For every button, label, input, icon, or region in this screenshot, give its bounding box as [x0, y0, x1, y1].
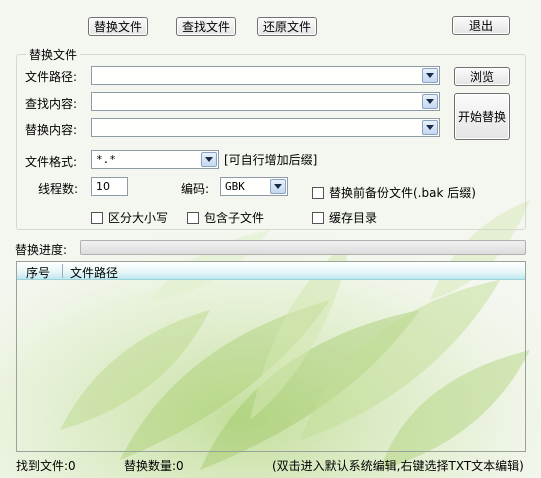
file-path-combo[interactable] [91, 66, 440, 85]
encoding-combo[interactable]: GBK [220, 177, 288, 196]
column-file-path[interactable]: 文件路径 [70, 264, 118, 281]
backup-checkbox[interactable]: 替换前备份文件(.bak 后缀) [312, 184, 476, 201]
replaced-count-status: 替换数量:0 [124, 459, 184, 473]
backup-label: 替换前备份文件(.bak 后缀) [329, 186, 476, 200]
chevron-down-icon[interactable] [270, 179, 286, 194]
replace-content-combo[interactable] [91, 118, 440, 137]
found-files-status: 找到文件:0 [16, 459, 76, 473]
case-sensitive-label: 区分大小写 [108, 211, 169, 225]
file-path-label: 文件路径: [25, 70, 78, 84]
include-subfolder-checkbox[interactable]: 包含子文件 [187, 209, 264, 226]
case-sensitive-checkbox[interactable]: 区分大小写 [91, 209, 168, 226]
browse-button[interactable]: 浏览 [454, 67, 510, 86]
chevron-down-icon[interactable] [422, 68, 438, 83]
restore-file-button[interactable]: 还原文件 [257, 17, 317, 36]
column-separator[interactable] [62, 264, 63, 278]
find-file-button[interactable]: 查找文件 [176, 17, 236, 36]
replace-progress-bar [80, 240, 526, 255]
cache-dir-label: 缓存目录 [329, 211, 378, 225]
cache-dir-checkbox[interactable]: 缓存目录 [312, 209, 377, 226]
file-format-combo[interactable]: *.* [91, 150, 219, 169]
encoding-label: 编码: [181, 182, 210, 196]
checkbox-box[interactable] [312, 186, 324, 199]
find-content-combo[interactable] [91, 92, 440, 111]
replace-file-button[interactable]: 替换文件 [88, 17, 148, 36]
chevron-down-icon[interactable] [201, 152, 217, 167]
include-subfolder-label: 包含子文件 [204, 211, 265, 225]
file-list[interactable]: 序号 文件路径 [16, 261, 526, 452]
file-format-hint: [可自行增加后缀] [224, 153, 318, 167]
find-content-label: 查找内容: [25, 97, 78, 111]
checkbox-box[interactable] [187, 211, 199, 224]
start-replace-button[interactable]: 开始替换 [454, 93, 510, 140]
chevron-down-icon[interactable] [422, 94, 438, 109]
file-format-value: *.* [96, 153, 116, 166]
encoding-value: GBK [225, 180, 245, 193]
group-title: 替换文件 [26, 46, 81, 63]
replace-content-label: 替换内容: [25, 123, 78, 137]
checkbox-box[interactable] [91, 211, 103, 224]
threads-label: 线程数: [38, 182, 79, 196]
progress-label: 替换进度: [15, 243, 68, 257]
list-hint-status: (双击进入默认系统编辑,右键选择TXT文本编辑) [272, 459, 524, 473]
chevron-down-icon[interactable] [422, 120, 438, 135]
threads-input-field[interactable] [92, 178, 127, 195]
column-index[interactable]: 序号 [26, 264, 50, 281]
file-format-label: 文件格式: [25, 155, 78, 169]
threads-input[interactable] [91, 177, 128, 196]
exit-button[interactable]: 退出 [452, 16, 510, 35]
list-header: 序号 文件路径 [17, 262, 525, 280]
checkbox-box[interactable] [312, 211, 324, 224]
